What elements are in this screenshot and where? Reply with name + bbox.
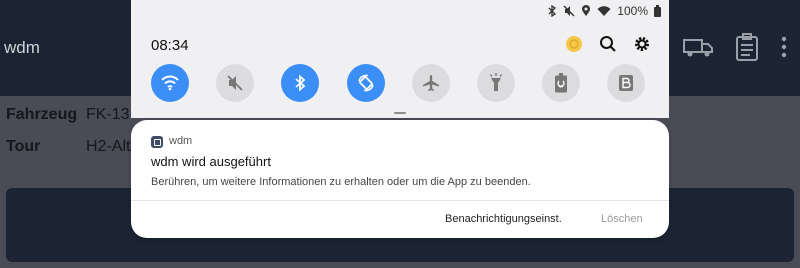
qs-blue-light-toggle[interactable] [607,64,645,102]
shade-drag-handle[interactable] [394,112,406,114]
notification-card[interactable]: wdm wdm wird ausgeführt Berühren, um wei… [131,120,669,238]
notification-divider [131,200,669,201]
field-value-vehicle: FK-13 [86,106,130,123]
field-label-tour: Tour [6,138,41,155]
clipboard-icon[interactable] [736,33,758,66]
search-icon[interactable] [599,35,617,53]
wifi-icon [597,5,611,17]
clear-button[interactable]: Löschen [601,213,643,225]
app-title: wdm [4,38,40,57]
mute-icon [563,5,575,17]
qs-wifi-toggle[interactable] [151,64,189,102]
notification-settings-button[interactable]: Benachrichtigungseinst. [445,213,562,225]
qs-airplane-toggle[interactable] [412,64,450,102]
status-bar: 100% [547,2,661,20]
notification-shade: 100% 08:34 [131,0,669,118]
more-vert-icon[interactable] [781,36,787,63]
quick-settings [151,64,651,104]
bluetooth-icon [547,5,557,17]
notification-app-name: wdm [169,135,193,147]
app-icon [151,136,163,148]
notification-title: wdm wird ausgeführt [151,154,271,169]
qs-sound-toggle[interactable] [216,64,254,102]
battery-percentage: 100% [617,4,648,18]
notification-text: Berühren, um weitere Informationen zu er… [151,176,531,188]
battery-icon [654,5,661,17]
bixby-icon[interactable] [565,35,583,53]
clock: 08:34 [151,37,189,54]
shade-top-icons [565,35,651,53]
qs-auto-rotate-toggle[interactable] [347,64,385,102]
qs-bluetooth-toggle[interactable] [281,64,319,102]
location-icon [581,5,591,17]
qs-flashlight-toggle[interactable] [477,64,515,102]
gear-icon[interactable] [633,35,651,53]
field-value-tour: H2-Alt [86,138,131,155]
qs-battery-saver-toggle[interactable] [542,64,580,102]
field-label-vehicle: Fahrzeug [6,106,78,123]
truck-icon[interactable] [683,36,713,63]
